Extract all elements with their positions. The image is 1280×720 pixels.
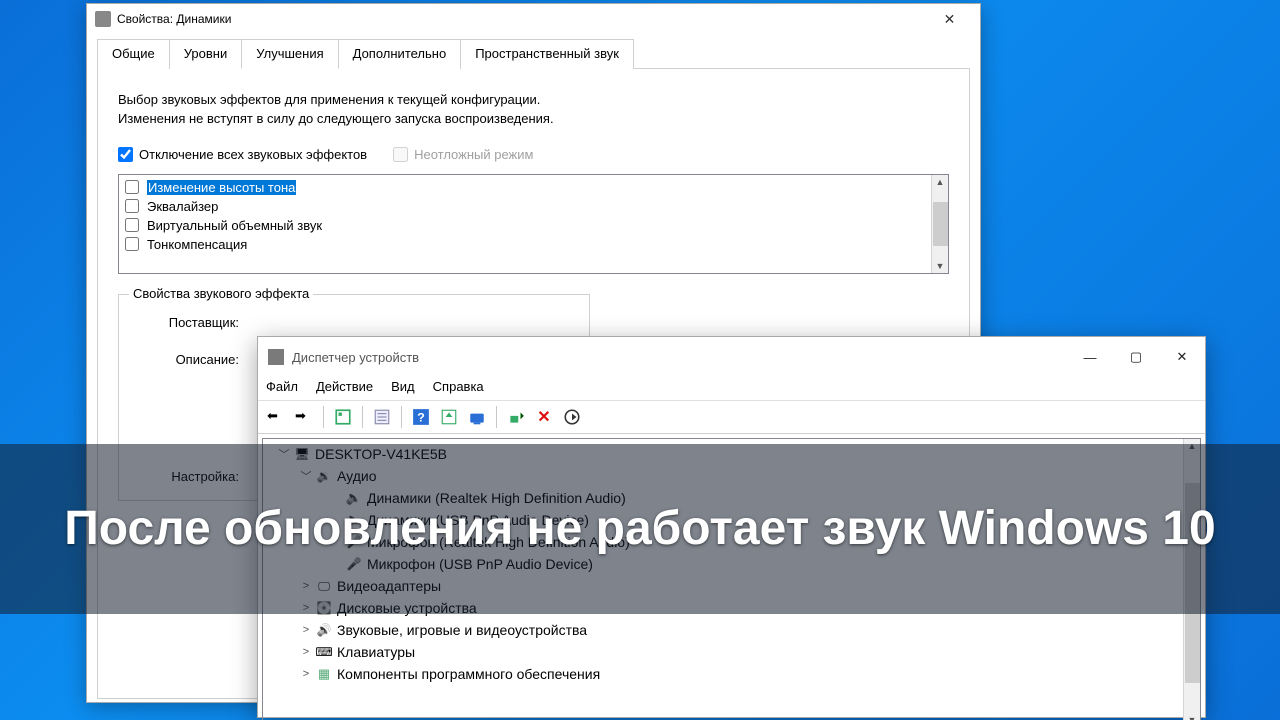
uninstall-button[interactable]: ✕ bbox=[532, 405, 556, 429]
effect-item[interactable]: Виртуальный объемный звук bbox=[119, 216, 931, 235]
effect-label: Виртуальный объемный звук bbox=[147, 218, 322, 233]
properties-button[interactable] bbox=[370, 405, 394, 429]
tree-label: Звуковые, игровые и видеоустройства bbox=[337, 622, 587, 638]
tab-3[interactable]: Дополнительно bbox=[338, 39, 462, 69]
help-button[interactable]: ? bbox=[409, 405, 433, 429]
speaker-icon bbox=[95, 11, 111, 27]
group-legend: Свойства звукового эффекта bbox=[129, 286, 313, 301]
expand-icon[interactable]: > bbox=[299, 646, 313, 658]
tree-category[interactable]: > Клавиатуры bbox=[269, 641, 1183, 663]
immediate-mode-checkbox: Неотложный режим bbox=[393, 147, 533, 162]
refresh-button[interactable] bbox=[560, 405, 584, 429]
dm-menubar: Файл Действие Вид Справка bbox=[258, 377, 1205, 400]
headline-overlay: После обновления не работает звук Window… bbox=[0, 444, 1280, 614]
forward-button[interactable]: ➡ bbox=[292, 405, 316, 429]
effects-listbox[interactable]: Изменение высоты тона Эквалайзер Виртуальн… bbox=[118, 174, 949, 274]
update-driver-button[interactable] bbox=[437, 405, 461, 429]
effect-checkbox[interactable] bbox=[125, 180, 139, 194]
scan-hardware-button[interactable] bbox=[465, 405, 489, 429]
close-button[interactable]: ✕ bbox=[927, 11, 972, 28]
titlebar[interactable]: Свойства: Динамики ✕ bbox=[87, 4, 980, 34]
add-legacy-button[interactable] bbox=[504, 405, 528, 429]
menu-item[interactable]: Файл bbox=[266, 379, 298, 394]
maximize-button[interactable]: ▢ bbox=[1113, 342, 1159, 372]
scroll-down-icon[interactable]: ▼ bbox=[936, 261, 945, 271]
effects-scrollbar[interactable]: ▲ ▼ bbox=[931, 175, 948, 273]
device-manager-icon bbox=[268, 349, 284, 365]
scroll-down-icon[interactable]: ▼ bbox=[1188, 715, 1197, 720]
disable-all-effects-label: Отключение всех звуковых эффектов bbox=[139, 147, 367, 162]
dm-title: Диспетчер устройств bbox=[292, 350, 419, 365]
close-button[interactable]: ✕ bbox=[1159, 342, 1205, 372]
tab-0[interactable]: Общие bbox=[97, 39, 170, 69]
provider-label: Поставщик: bbox=[135, 315, 245, 330]
expand-icon[interactable]: > bbox=[299, 624, 313, 636]
tree-category[interactable]: > Компоненты программного обеспечения bbox=[269, 663, 1183, 685]
tab-strip: ОбщиеУровниУлучшенияДополнительноПростра… bbox=[97, 38, 970, 69]
tree-category[interactable]: > Звуковые, игровые и видеоустройства bbox=[269, 619, 1183, 641]
menu-item[interactable]: Справка bbox=[433, 379, 484, 394]
menu-item[interactable]: Действие bbox=[316, 379, 373, 394]
chip-icon bbox=[315, 666, 333, 682]
tab-1[interactable]: Уровни bbox=[169, 39, 242, 69]
scroll-up-icon[interactable]: ▲ bbox=[936, 177, 945, 187]
effect-checkbox[interactable] bbox=[125, 218, 139, 232]
effect-checkbox[interactable] bbox=[125, 199, 139, 213]
effect-item[interactable]: Изменение высоты тона bbox=[119, 178, 931, 197]
back-button[interactable]: ⬅ bbox=[264, 405, 288, 429]
headline-text: После обновления не работает звук Window… bbox=[34, 499, 1245, 559]
tree-label: Клавиатуры bbox=[337, 644, 415, 660]
kbd-icon bbox=[315, 644, 333, 660]
show-hidden-button[interactable] bbox=[331, 405, 355, 429]
expand-icon[interactable]: > bbox=[299, 668, 313, 680]
effect-checkbox[interactable] bbox=[125, 237, 139, 251]
immediate-mode-input bbox=[393, 147, 408, 162]
disable-all-effects-checkbox[interactable]: Отключение всех звуковых эффектов bbox=[118, 147, 367, 162]
sound-icon bbox=[315, 622, 333, 638]
minimize-button[interactable]: — bbox=[1067, 342, 1113, 372]
svg-text:?: ? bbox=[417, 411, 425, 425]
effect-item[interactable]: Тонкомпенсация bbox=[119, 235, 931, 254]
tree-label: Компоненты программного обеспечения bbox=[337, 666, 600, 682]
effect-item[interactable]: Эквалайзер bbox=[119, 197, 931, 216]
dm-toolbar: ⬅ ➡ ? ✕ bbox=[258, 400, 1205, 434]
menu-item[interactable]: Вид bbox=[391, 379, 415, 394]
dm-titlebar[interactable]: Диспетчер устройств — ▢ ✕ bbox=[258, 337, 1205, 377]
window-title: Свойства: Динамики bbox=[117, 12, 927, 26]
effect-label: Эквалайзер bbox=[147, 199, 218, 214]
description-text: Выбор звуковых эффектов для применения к… bbox=[118, 91, 558, 129]
scroll-thumb[interactable] bbox=[933, 202, 948, 246]
tab-2[interactable]: Улучшения bbox=[241, 39, 338, 69]
effect-label: Тонкомпенсация bbox=[147, 237, 247, 252]
disable-all-effects-input[interactable] bbox=[118, 147, 133, 162]
description-label: Описание: bbox=[135, 352, 245, 367]
immediate-mode-label: Неотложный режим bbox=[414, 147, 533, 162]
tab-4[interactable]: Пространственный звук bbox=[460, 39, 634, 69]
effect-label: Изменение высоты тона bbox=[147, 180, 296, 195]
